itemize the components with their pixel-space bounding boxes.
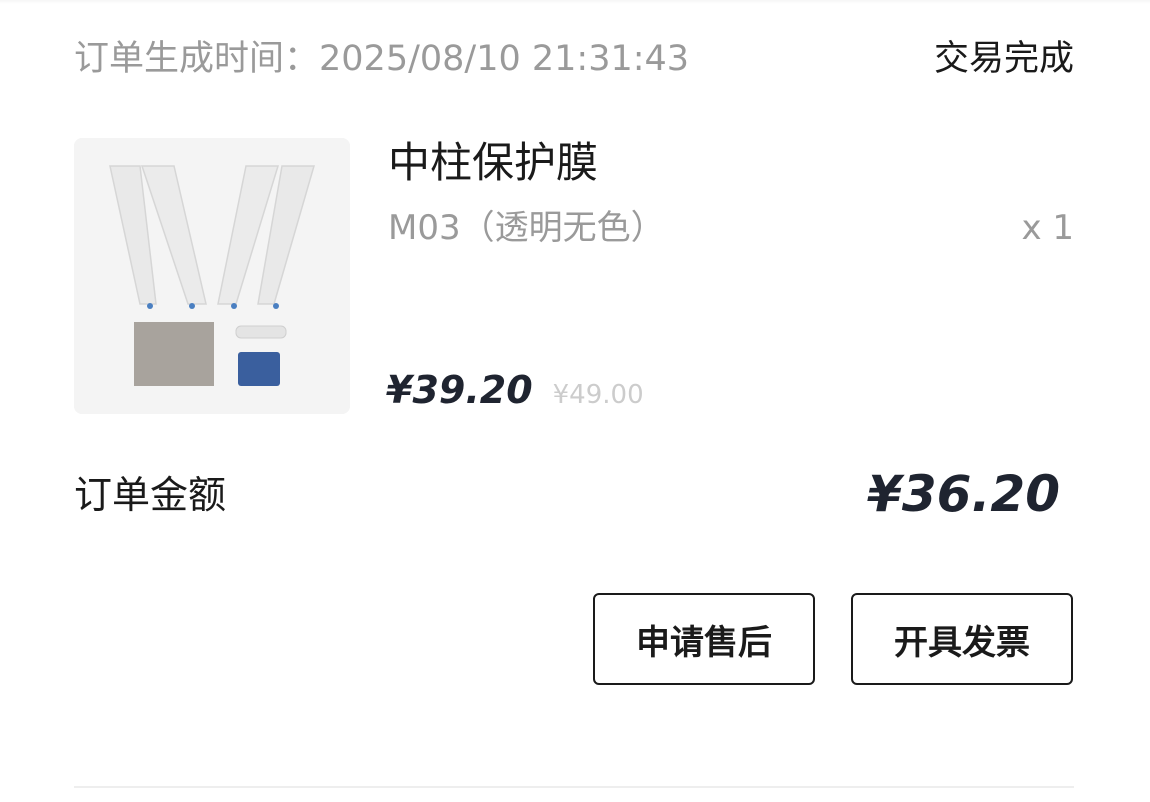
product-original-price: ¥49.00 xyxy=(552,380,644,410)
product-spec: M03（透明无色） xyxy=(388,208,665,248)
order-total-label: 订单金额 xyxy=(74,473,227,517)
product-quantity: x 1 xyxy=(1021,208,1074,248)
order-time-label: 订单生成时间： xyxy=(74,39,320,79)
product-illustration xyxy=(74,138,350,414)
after-sale-button[interactable]: 申请售后 xyxy=(593,593,815,685)
invoice-button[interactable]: 开具发票 xyxy=(851,593,1073,685)
order-status: 交易完成 xyxy=(933,39,1074,79)
product-image[interactable] xyxy=(74,138,350,414)
card-top-edge xyxy=(0,0,1150,4)
product-name: 中柱保护膜 xyxy=(388,138,599,187)
divider xyxy=(74,786,1074,788)
order-time-value: 2025/08/10 21:31:43 xyxy=(319,39,690,79)
order-time: 订单生成时间：2025/08/10 21:31:43 xyxy=(74,36,689,82)
product-price: ¥39.20 xyxy=(386,368,533,412)
order-total-value: ¥36.20 xyxy=(867,465,1060,523)
price-row: ¥39.20 ¥49.00 xyxy=(386,368,644,420)
order-card: 订单生成时间：2025/08/10 21:31:43 交易完成 中柱保护膜 M0… xyxy=(0,0,1150,802)
